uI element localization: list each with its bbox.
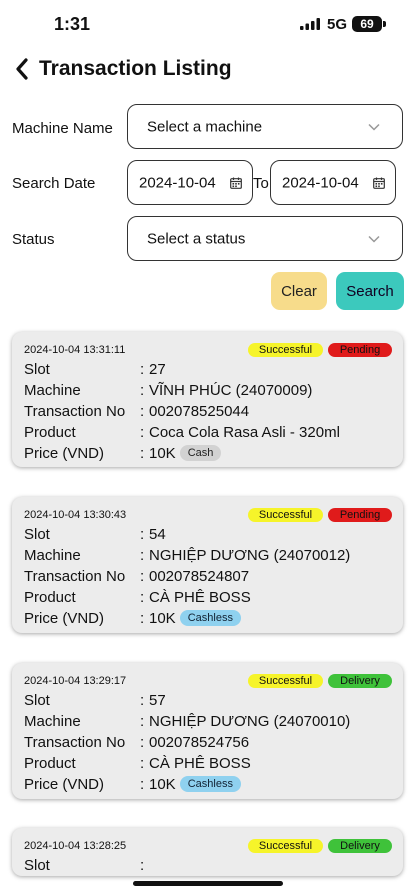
to-label: To [253,175,269,192]
product-row: Product: CÀ PHÊ BOSS [24,755,251,772]
battery-tip [383,21,386,27]
slot-label: Slot [24,857,50,874]
date-from-field[interactable]: 2024-10-04 [127,160,253,205]
transaction-datetime: 2024-10-04 13:28:25 [24,840,127,852]
machine-label: Machine [24,713,81,730]
status-badge: Successful [248,839,323,853]
slot-row: Slot:27 [24,361,166,378]
slot-value: 54 [149,526,166,543]
status-select[interactable]: Select a status [127,216,403,261]
slot-label: Slot [24,361,50,378]
stage-badge: Delivery [328,674,392,688]
price-label: Price (VND) [24,776,105,793]
machine-label: Machine [24,547,81,564]
stage-badge: Pending [328,343,392,357]
transaction-card[interactable]: 2024-10-04 13:31:11 Successful Pending S… [12,332,403,467]
price-value: 10K [149,445,176,462]
transaction-card[interactable]: 2024-10-04 13:28:25 Successful Delivery … [12,828,403,876]
transaction-no-row: Transaction No:002078524807 [24,568,250,585]
price-row: Price (VND):10K Cashless [24,776,394,796]
status-select-value: Select a status [147,230,246,247]
transaction-no-row: Transaction No:002078525044 [24,403,250,420]
slot-value: 57 [149,692,166,709]
transaction-no-label: Transaction No [24,734,126,751]
slot-value: 27 [149,361,166,378]
price-label: Price (VND) [24,445,105,462]
header: Transaction Listing [0,52,415,88]
price-value: 10K [149,776,176,793]
slot-label: Slot [24,526,50,543]
stage-badge: Delivery [328,839,392,853]
slot-row: Slot:54 [24,526,166,543]
slot-label: Slot [24,692,50,709]
status-time: 1:31 [54,14,91,34]
product-row: Product: CÀ PHÊ BOSS [24,589,251,606]
price-value: 10K [149,610,176,627]
transaction-no-value: 002078524756 [149,734,250,751]
price-row: Price (VND):10K Cashless [24,610,394,630]
transaction-no-label: Transaction No [24,568,126,585]
status-badge: Successful [248,343,323,357]
back-arrow-icon[interactable] [8,54,36,84]
status-label: Status [12,231,55,248]
machine-row: Machine: NGHIỆP DƯƠNG (24070010) [24,713,351,730]
page-title: Transaction Listing [39,57,232,80]
transaction-no-value: 002078524807 [149,568,250,585]
network-type: 5G [327,16,348,33]
transaction-datetime: 2024-10-04 13:30:43 [24,509,127,521]
product-label: Product [24,589,76,606]
calendar-icon[interactable] [373,177,385,189]
chevron-down-icon [368,235,380,243]
date-from-value: 2024-10-04 [139,174,216,191]
transaction-datetime: 2024-10-04 13:31:11 [24,344,126,356]
transaction-no-row: Transaction No:002078524756 [24,734,250,751]
product-value: CÀ PHÊ BOSS [149,755,251,772]
payment-type-badge: Cashless [179,610,241,626]
transaction-datetime: 2024-10-04 13:29:17 [24,675,127,687]
calendar-icon[interactable] [230,177,242,189]
payment-type-badge: Cashless [179,776,241,792]
machine-row: Machine: VĨNH PHÚC (24070009) [24,382,313,399]
battery-icon: 69 [352,16,382,32]
transaction-card[interactable]: 2024-10-04 13:30:43 Successful Pending S… [12,497,403,633]
transaction-card[interactable]: 2024-10-04 13:29:17 Successful Delivery … [12,663,403,799]
machine-name-label: Machine Name [12,120,113,137]
machine-value: NGHIỆP DƯƠNG (24070010) [149,713,351,730]
clear-button[interactable]: Clear [271,272,327,310]
product-value: Coca Cola Rasa Asli - 320ml [149,424,340,441]
search-button[interactable]: Search [336,272,404,310]
machine-select[interactable]: Select a machine [127,104,403,149]
machine-value: NGHIỆP DƯƠNG (24070012) [149,547,351,564]
product-label: Product [24,424,76,441]
status-badge: Successful [248,674,323,688]
slot-row: Slot: [24,857,145,874]
machine-select-value: Select a machine [147,118,263,135]
machine-label: Machine [24,382,81,399]
transaction-no-label: Transaction No [24,403,126,420]
status-badge: Successful [248,508,323,522]
product-value: CÀ PHÊ BOSS [149,589,251,606]
signal-icon [300,18,320,30]
stage-badge: Pending [328,508,392,522]
price-label: Price (VND) [24,610,105,627]
machine-row: Machine: NGHIỆP DƯƠNG (24070012) [24,547,351,564]
date-to-value: 2024-10-04 [282,174,359,191]
home-indicator [133,881,283,886]
search-date-label: Search Date [12,175,96,192]
payment-type-badge: Cash [179,445,222,461]
status-bar: 1:31 5G 69 [0,0,415,50]
transaction-no-value: 002078525044 [149,403,250,420]
product-row: Product: Coca Cola Rasa Asli - 320ml [24,424,340,441]
chevron-down-icon [368,123,380,131]
product-label: Product [24,755,76,772]
date-to-field[interactable]: 2024-10-04 [270,160,396,205]
machine-value: VĨNH PHÚC (24070009) [149,382,313,399]
slot-row: Slot:57 [24,692,166,709]
price-row: Price (VND):10K Cash [24,445,394,465]
